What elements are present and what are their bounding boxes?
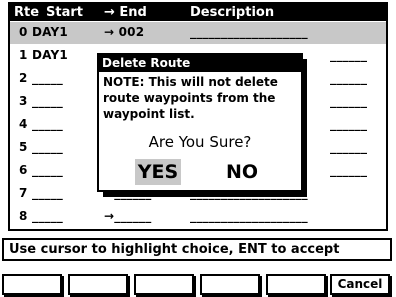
route-start: _____ xyxy=(32,186,63,200)
dialog-note-line: route waypoints from the xyxy=(103,91,276,105)
route-row[interactable]: 8 _____ →______ ___________________ xyxy=(10,206,386,228)
header-rte: Rte xyxy=(14,5,40,20)
route-number: 8 xyxy=(19,209,28,223)
route-number: 4 xyxy=(19,117,28,131)
route-description: ______ xyxy=(330,71,368,85)
route-start: DAY1 xyxy=(32,48,68,62)
softkey-3[interactable] xyxy=(134,274,194,295)
header-start: Start xyxy=(46,5,83,20)
route-number: 5 xyxy=(19,140,28,154)
route-number: 6 xyxy=(19,163,28,177)
route-number: 2 xyxy=(19,71,28,85)
route-description: ______ xyxy=(330,117,368,131)
route-start: _____ xyxy=(32,140,63,154)
route-start: _____ xyxy=(32,94,63,108)
softkey-4[interactable] xyxy=(200,274,260,295)
route-description: ___________________ xyxy=(190,209,308,223)
cancel-button[interactable]: Cancel xyxy=(330,274,390,295)
dialog-title-bar: Delete Route xyxy=(99,55,301,72)
gps-screen: Rte Start → End Description 0 DAY1 → 002… xyxy=(0,0,396,297)
delete-route-dialog: Delete Route NOTE: This will not delete … xyxy=(97,53,303,192)
dialog-question: Are You Sure? xyxy=(148,133,252,151)
route-number: 7 xyxy=(19,186,28,200)
dialog-note-line: NOTE: This will not delete xyxy=(103,75,278,89)
route-start: _____ xyxy=(32,163,63,177)
route-description: ______ xyxy=(330,48,368,62)
dialog-note-line: waypoint list. xyxy=(103,107,195,121)
route-row[interactable]: 0 DAY1 → 002 ___________________ xyxy=(10,22,386,44)
route-description: ______ xyxy=(330,94,368,108)
route-description: ______ xyxy=(330,140,368,154)
route-start: DAY1 xyxy=(32,25,68,39)
softkey-1[interactable] xyxy=(2,274,62,295)
route-number: 1 xyxy=(19,48,28,62)
route-start: _____ xyxy=(32,71,63,85)
table-header: Rte Start → End Description xyxy=(10,4,386,21)
header-end: → End xyxy=(104,5,147,20)
route-start: _____ xyxy=(32,117,63,131)
route-description: ___________________ xyxy=(190,25,308,39)
route-end: → 002 xyxy=(104,25,145,39)
route-start: _____ xyxy=(32,209,63,223)
header-description: Description xyxy=(190,5,275,20)
no-button[interactable]: NO xyxy=(219,159,265,185)
dialog-title: Delete Route xyxy=(102,56,191,70)
route-description: ______ xyxy=(330,163,368,177)
softkey-5[interactable] xyxy=(266,274,326,295)
route-number: 0 xyxy=(19,25,28,39)
status-bar: Use cursor to highlight choice, ENT to a… xyxy=(2,238,392,261)
softkey-2[interactable] xyxy=(68,274,128,295)
route-end: →______ xyxy=(104,209,152,223)
route-number: 3 xyxy=(19,94,28,108)
yes-button[interactable]: YES xyxy=(135,159,181,185)
status-text: Use cursor to highlight choice, ENT to a… xyxy=(9,242,340,257)
